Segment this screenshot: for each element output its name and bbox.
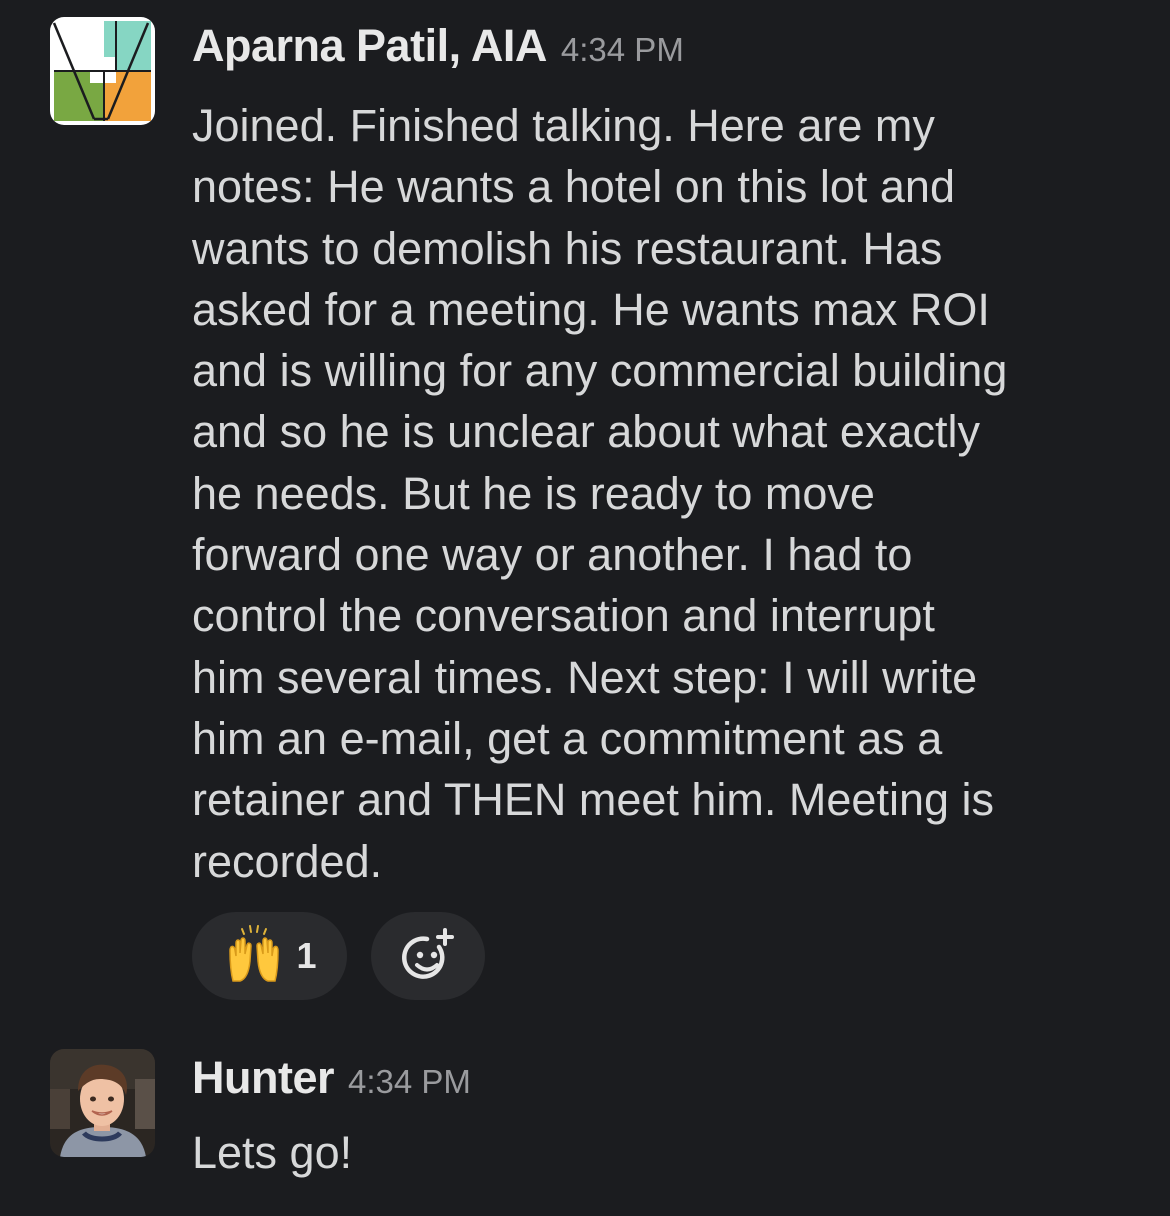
message-body: Joined. Finished talking. Here are my no… [192, 95, 1112, 892]
message-content: Hunter 4:34 PM Lets go! [192, 1052, 1130, 1183]
message-line: forward one way or another. I had to [192, 529, 913, 581]
message-line: wants to demolish his restaurant. Has [192, 222, 943, 274]
author-name[interactable]: Aparna Patil, AIA [192, 20, 547, 72]
message-line: him an e-mail, get a commitment as a [192, 712, 943, 764]
author-name[interactable]: Hunter [192, 1052, 335, 1104]
reaction-count: 1 [296, 935, 317, 976]
reactions-bar: 1 [192, 912, 485, 1000]
message-line: and so he is unclear about what exactly [192, 406, 980, 458]
message-content: Aparna Patil, AIA 4:34 PM Joined. Finish… [192, 20, 1130, 892]
message-line: he needs. But he is ready to move [192, 467, 875, 519]
message-header: Hunter 4:34 PM [192, 1052, 1130, 1112]
message-header: Aparna Patil, AIA 4:34 PM [192, 20, 1130, 80]
avatar[interactable] [50, 1049, 155, 1157]
message-line: him several times. Next step: I will wri… [192, 651, 978, 703]
add-reaction-icon [402, 928, 454, 979]
message-timestamp[interactable]: 4:34 PM [348, 1063, 471, 1101]
user-photo-avatar [50, 1049, 155, 1157]
message-line: retainer and THEN meet him. Meeting is [192, 774, 995, 826]
message-line: asked for a meeting. He wants max ROI [192, 283, 990, 335]
avatar[interactable] [50, 17, 155, 125]
add-reaction-button[interactable] [371, 912, 485, 1000]
geometric-logo-avatar [50, 17, 155, 125]
message-body: Lets go! [192, 1127, 353, 1178]
message-line: and is willing for any commercial buildi… [192, 345, 1008, 397]
message-line: Joined. Finished talking. Here are my [192, 100, 935, 151]
reaction-raising-hands[interactable]: 1 [192, 912, 347, 1000]
message-line: recorded. [192, 835, 383, 887]
message-line: notes: He wants a hotel on this lot and [192, 161, 955, 213]
message-line: control the conversation and interrupt [192, 590, 935, 642]
raising-hands-icon [229, 925, 280, 982]
message-timestamp[interactable]: 4:34 PM [561, 31, 684, 69]
